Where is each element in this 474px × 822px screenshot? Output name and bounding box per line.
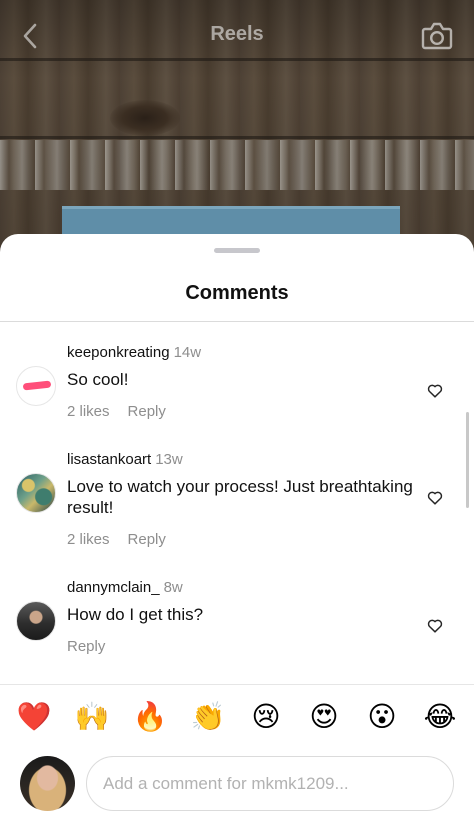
laughing-emoji-button[interactable]: 😂 bbox=[422, 699, 458, 735]
sheet-title: Comments bbox=[185, 282, 289, 304]
back-button[interactable] bbox=[16, 22, 44, 50]
comments-sheet: Comments keeponkreating 14w So cool! 2 li… bbox=[0, 234, 474, 822]
raised-hands-emoji-button[interactable]: 🙌 bbox=[74, 699, 110, 735]
comment-text: Love to watch your process! Just breatht… bbox=[67, 477, 413, 517]
comment-input[interactable] bbox=[86, 756, 454, 811]
reply-button[interactable]: Reply bbox=[128, 403, 166, 420]
avatar[interactable] bbox=[16, 601, 56, 641]
heart-icon bbox=[427, 619, 443, 633]
likes-count-link[interactable]: 2 likes bbox=[67, 403, 110, 420]
comment-username[interactable]: keeponkreating bbox=[67, 344, 170, 361]
page-title: Reels bbox=[210, 22, 264, 45]
reply-button[interactable]: Reply bbox=[67, 638, 105, 655]
fire-emoji-button[interactable]: 🔥 bbox=[132, 699, 168, 735]
comment-actions: 2 likes Reply bbox=[67, 531, 427, 549]
camera-button[interactable] bbox=[420, 20, 454, 52]
comment-composer bbox=[0, 750, 474, 822]
crying-emoji-button[interactable]: 😢 bbox=[248, 699, 284, 735]
heart-icon bbox=[427, 384, 443, 398]
like-comment-button[interactable] bbox=[426, 616, 444, 634]
comment-timestamp: 8w bbox=[163, 579, 183, 596]
comments-list[interactable]: keeponkreating 14w So cool! 2 likes Reply … bbox=[0, 322, 474, 684]
comment-username[interactable]: dannymclain_ bbox=[67, 579, 160, 596]
paint-texture bbox=[0, 140, 474, 190]
chevron-left-icon bbox=[23, 23, 37, 49]
camera-icon bbox=[421, 22, 453, 50]
heart-icon bbox=[427, 491, 443, 505]
comment-timestamp: 13w bbox=[155, 451, 183, 468]
emoji-reaction-bar: ❤️ 🙌 🔥 👏 😢 😍 😮 😂 bbox=[0, 684, 474, 750]
like-comment-button[interactable] bbox=[426, 488, 444, 506]
like-comment-button[interactable] bbox=[426, 381, 444, 399]
avatar[interactable] bbox=[16, 473, 56, 513]
wood-plank-seam bbox=[0, 136, 474, 139]
comment-actions: Reply bbox=[67, 638, 427, 656]
reply-button[interactable]: Reply bbox=[128, 531, 166, 548]
heart-eyes-emoji-button[interactable]: 😍 bbox=[306, 699, 342, 735]
sheet-grabber-handle[interactable] bbox=[214, 248, 260, 253]
comment-actions: 2 likes Reply bbox=[67, 403, 427, 421]
comment-text: So cool! bbox=[67, 370, 129, 389]
heart-emoji-button[interactable]: ❤️ bbox=[16, 699, 52, 735]
comment-body: lisastankoart 13w Love to watch your proc… bbox=[67, 450, 427, 549]
current-user-avatar bbox=[20, 756, 75, 811]
avatar[interactable] bbox=[16, 366, 56, 406]
comment-header: dannymclain_ 8w bbox=[67, 578, 427, 598]
top-navigation-bar: Reels bbox=[0, 0, 474, 70]
wood-knot bbox=[110, 100, 180, 136]
comment-body: dannymclain_ 8w How do I get this? Reply bbox=[67, 578, 427, 656]
scrollbar[interactable] bbox=[466, 412, 469, 508]
likes-count-link[interactable]: 2 likes bbox=[67, 531, 110, 548]
clapping-emoji-button[interactable]: 👏 bbox=[190, 699, 226, 735]
comment-body: keeponkreating 14w So cool! 2 likes Reply bbox=[67, 343, 427, 421]
comment-timestamp: 14w bbox=[173, 344, 202, 361]
comment-header: lisastankoart 13w bbox=[67, 450, 427, 470]
surprised-emoji-button[interactable]: 😮 bbox=[364, 699, 400, 735]
comment-username[interactable]: lisastankoart bbox=[67, 451, 151, 468]
comment-text: How do I get this? bbox=[67, 605, 204, 624]
comment-header: keeponkreating 14w bbox=[67, 343, 427, 363]
